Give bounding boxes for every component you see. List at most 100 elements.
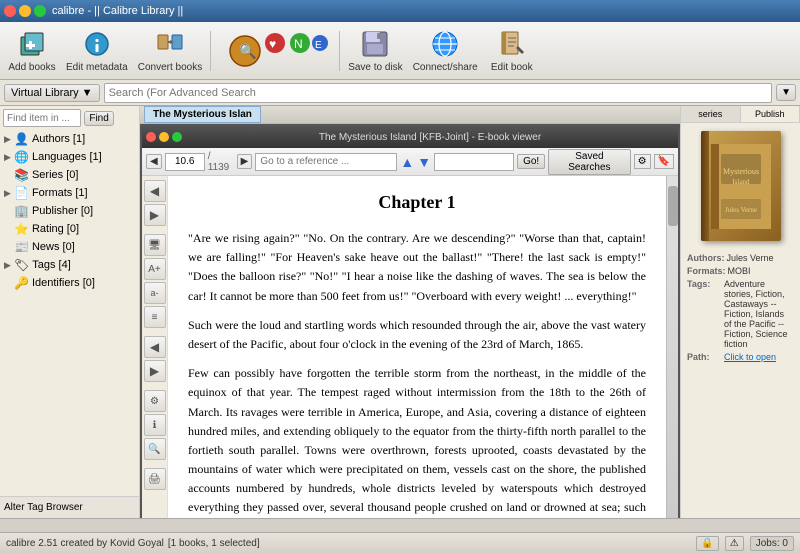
sidebar-item-news[interactable]: 📰 News [0] — [0, 238, 139, 256]
sidebar-item-identifiers[interactable]: 🔑 Identifiers [0] — [0, 274, 139, 292]
authors-arrow-icon: ▶ — [4, 134, 14, 145]
sidebar-item-languages[interactable]: ▶ 🌐 Languages [1] — [0, 148, 139, 166]
tab-series-label: series — [698, 109, 722, 119]
book-list-item[interactable]: The Mysterious Islan — [144, 106, 261, 123]
minimize-button[interactable] — [19, 5, 31, 17]
tab-publish[interactable]: Publish — [741, 106, 800, 122]
viewer-content-area: ◀ ▶ 🖥 A+ a- ≡ ◀ ▶ ⚙ ℹ 🔍 — [142, 176, 678, 518]
add-books-label: Add books — [8, 62, 55, 73]
path-meta-label: Path: — [687, 352, 722, 362]
viewer-display-button[interactable]: 🖥 — [144, 234, 166, 256]
sidebar-item-series[interactable]: 📚 Series [0] — [0, 166, 139, 184]
virtual-library-button[interactable]: Virtual Library ▼ — [4, 84, 100, 102]
viewer-search-input[interactable] — [434, 153, 514, 171]
maximize-button[interactable] — [34, 5, 46, 17]
nav-down-button[interactable]: ▼ — [417, 154, 431, 170]
sidebar-item-formats[interactable]: ▶ 📄 Formats [1] — [0, 184, 139, 202]
sidebar-item-tags[interactable]: ▶ 🏷 Tags [4] — [0, 256, 139, 274]
viewer-bookmark-button[interactable]: 🔖 — [654, 154, 674, 169]
convert-books-icon — [154, 28, 186, 60]
status-right: 🔒 ⚠ Jobs: 0 — [696, 536, 794, 551]
save-to-disk-button[interactable]: Save to disk — [344, 26, 406, 76]
nav-up-button[interactable]: ▲ — [400, 154, 414, 170]
viewer-next-page-button[interactable]: ▶ — [144, 360, 166, 382]
news-icon: 📰 — [14, 240, 29, 254]
connect-share-button[interactable]: Connect/share — [409, 26, 482, 76]
svg-text:N: N — [294, 37, 303, 51]
reference-input[interactable] — [255, 153, 397, 171]
saved-searches-button[interactable]: Saved Searches — [548, 149, 630, 175]
main-search-input[interactable] — [104, 83, 773, 103]
right-panel: series Publish Mysterious Island Jules V… — [680, 106, 800, 518]
alter-tag-browser-button[interactable]: Alter Tag Browser — [0, 496, 139, 518]
book-paragraph-1: "Are we rising again?" "No. On the contr… — [188, 229, 646, 306]
viewer-next-button[interactable]: ▶ — [237, 154, 253, 169]
book-cover-spine — [701, 131, 709, 241]
authors-row: Authors: Jules Verne — [687, 253, 794, 263]
viewer-info-button[interactable]: ℹ — [144, 414, 166, 436]
viewer-max-dot — [172, 132, 182, 142]
lock-icon-button[interactable]: 🔒 — [696, 536, 718, 551]
viewer-left-panel: ◀ ▶ 🖥 A+ a- ≡ ◀ ▶ ⚙ ℹ 🔍 — [142, 176, 168, 518]
edit-metadata-button[interactable]: Edit metadata — [62, 26, 132, 76]
formats-arrow-icon: ▶ — [4, 188, 14, 199]
tags-meta-value: Adventure stories, Fiction, Castaways --… — [724, 279, 794, 349]
convert-books-button[interactable]: Convert books — [134, 26, 206, 76]
authors-meta-label: Authors: — [687, 253, 725, 263]
find-item-input[interactable] — [3, 109, 81, 127]
viewer-window-controls — [146, 132, 182, 142]
sidebar-item-rating[interactable]: ⭐ Rating [0] — [0, 220, 139, 238]
viewer-prev-page-button[interactable]: ◀ — [144, 336, 166, 358]
book-list-header: The Mysterious Islan — [140, 106, 680, 124]
languages-label: Languages [1] — [32, 151, 135, 163]
main-content-area: Find ▶ 👤 Authors [1] ▶ 🌐 Languages [1] — [0, 106, 800, 518]
window-controls — [4, 5, 46, 17]
publisher-icon: 🏢 — [14, 204, 29, 218]
edit-metadata-label: Edit metadata — [66, 62, 128, 73]
sidebar-search-area: Find — [0, 106, 139, 130]
sidebar-item-authors[interactable]: ▶ 👤 Authors [1] — [0, 130, 139, 148]
path-row: Path: Click to open — [687, 352, 794, 362]
viewer-font-size-up[interactable]: A+ — [144, 258, 166, 280]
path-meta-value[interactable]: Click to open — [724, 352, 794, 362]
formats-icon: 📄 — [14, 186, 29, 200]
viewer-back-button[interactable]: ◀ — [144, 180, 166, 202]
viewer-toc-button[interactable]: ≡ — [144, 306, 166, 328]
add-books-button[interactable]: Add books — [4, 26, 60, 76]
viewer-print-button[interactable]: 🖨 — [144, 468, 166, 490]
main-window: calibre - || Calibre Library || Add book… — [0, 0, 800, 554]
ebook-viewer-window: The Mysterious Island [KFB-Joint] - E-bo… — [140, 124, 680, 518]
tab-publish-label: Publish — [755, 109, 785, 119]
viewer-config-button[interactable]: ⚙ — [144, 390, 166, 412]
viewer-settings-button[interactable]: ⚙ — [634, 154, 651, 169]
tags-icon: 🏷 — [14, 258, 29, 272]
find-button[interactable]: Find — [84, 111, 113, 126]
connect-share-label: Connect/share — [413, 62, 478, 73]
go-button[interactable]: Go! — [517, 154, 545, 169]
edit-book-icon — [496, 28, 528, 60]
svg-text:E: E — [315, 40, 322, 51]
viewer-scrollbar[interactable] — [666, 176, 678, 518]
tab-series[interactable]: series — [681, 106, 741, 122]
formats-meta-value: MOBI — [728, 266, 794, 276]
alter-tag-browser-label: Alter Tag Browser — [4, 502, 83, 513]
scrollbar-thumb[interactable] — [668, 186, 678, 226]
search-dropdown-button[interactable]: ▼ — [776, 84, 796, 101]
sidebar-item-publisher[interactable]: 🏢 Publisher [0] — [0, 202, 139, 220]
formats-meta-label: Formats: — [687, 266, 726, 276]
book-cover-svg: Mysterious Island Jules Verne — [711, 144, 771, 229]
save-to-disk-label: Save to disk — [348, 62, 402, 73]
horizontal-scrollbar[interactable] — [0, 518, 800, 532]
warning-icon-button[interactable]: ⚠ — [725, 536, 744, 551]
rating-label: Rating [0] — [32, 223, 135, 235]
viewer-forward-button[interactable]: ▶ — [144, 204, 166, 226]
viewer-font-size-down[interactable]: a- — [144, 282, 166, 304]
viewer-prev-button[interactable]: ◀ — [146, 154, 162, 169]
close-button[interactable] — [4, 5, 16, 17]
viewer-close-dot — [146, 132, 156, 142]
edit-book-button[interactable]: Edit book — [484, 26, 540, 76]
svg-text:♥: ♥ — [269, 37, 276, 51]
viewer-search-button[interactable]: 🔍 — [144, 438, 166, 460]
edit-metadata-icon — [81, 28, 113, 60]
page-number-input[interactable] — [165, 153, 205, 171]
